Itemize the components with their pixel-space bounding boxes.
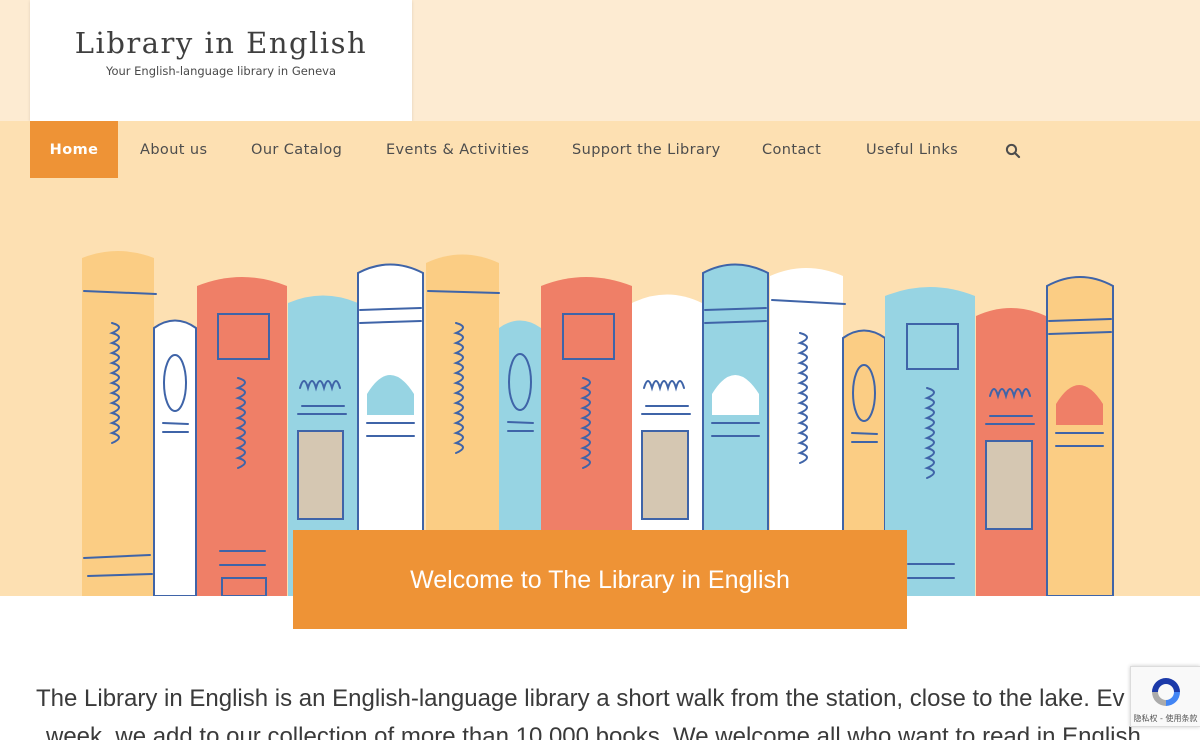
recaptcha-icon [1152,678,1180,706]
site-logo[interactable]: Library in English Your English-language… [30,0,412,121]
intro-line-1: The Library in English is an English-lan… [36,685,1125,712]
intro-text: The Library in English is an English-lan… [36,680,1166,740]
recaptcha-badge[interactable]: 隐私权 - 使用条款 [1130,666,1200,727]
site-tagline: Your English-language library in Geneva [105,64,337,78]
nav-useful-links[interactable]: Useful Links [866,121,958,178]
nav-about-us[interactable]: About us [140,121,207,178]
nav-our-catalog[interactable]: Our Catalog [251,121,342,178]
recaptcha-terms[interactable]: 隐私权 - 使用条款 [1131,713,1200,724]
nav-home[interactable]: Home [30,121,118,178]
intro-line-2: week, we add to our collection of more t… [46,723,1141,740]
nav-contact[interactable]: Contact [762,121,821,178]
site-title[interactable]: Library in English [30,26,412,60]
nav-support-library[interactable]: Support the Library [572,121,721,178]
nav-events-activities[interactable]: Events & Activities [386,121,529,178]
search-icon[interactable] [1005,143,1021,159]
welcome-banner: Welcome to The Library in English [293,530,907,629]
